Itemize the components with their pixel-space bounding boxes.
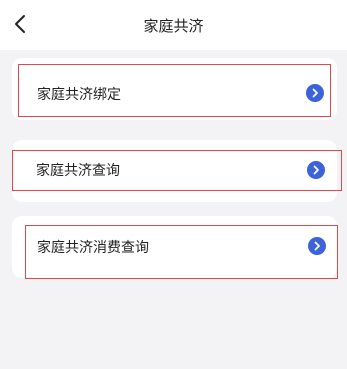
top-bar: 家庭共济 xyxy=(0,0,347,50)
page-title: 家庭共济 xyxy=(143,17,204,35)
chevron-right-circle-icon xyxy=(308,237,326,255)
chevron-right-circle-icon xyxy=(306,84,324,102)
menu-item-query-label: 家庭共济查询 xyxy=(36,163,120,179)
menu-item-bind-label: 家庭共济绑定 xyxy=(37,87,121,103)
menu-item-consumption-query-label: 家庭共济消费查询 xyxy=(37,240,149,256)
chevron-right-circle-icon xyxy=(307,161,325,179)
